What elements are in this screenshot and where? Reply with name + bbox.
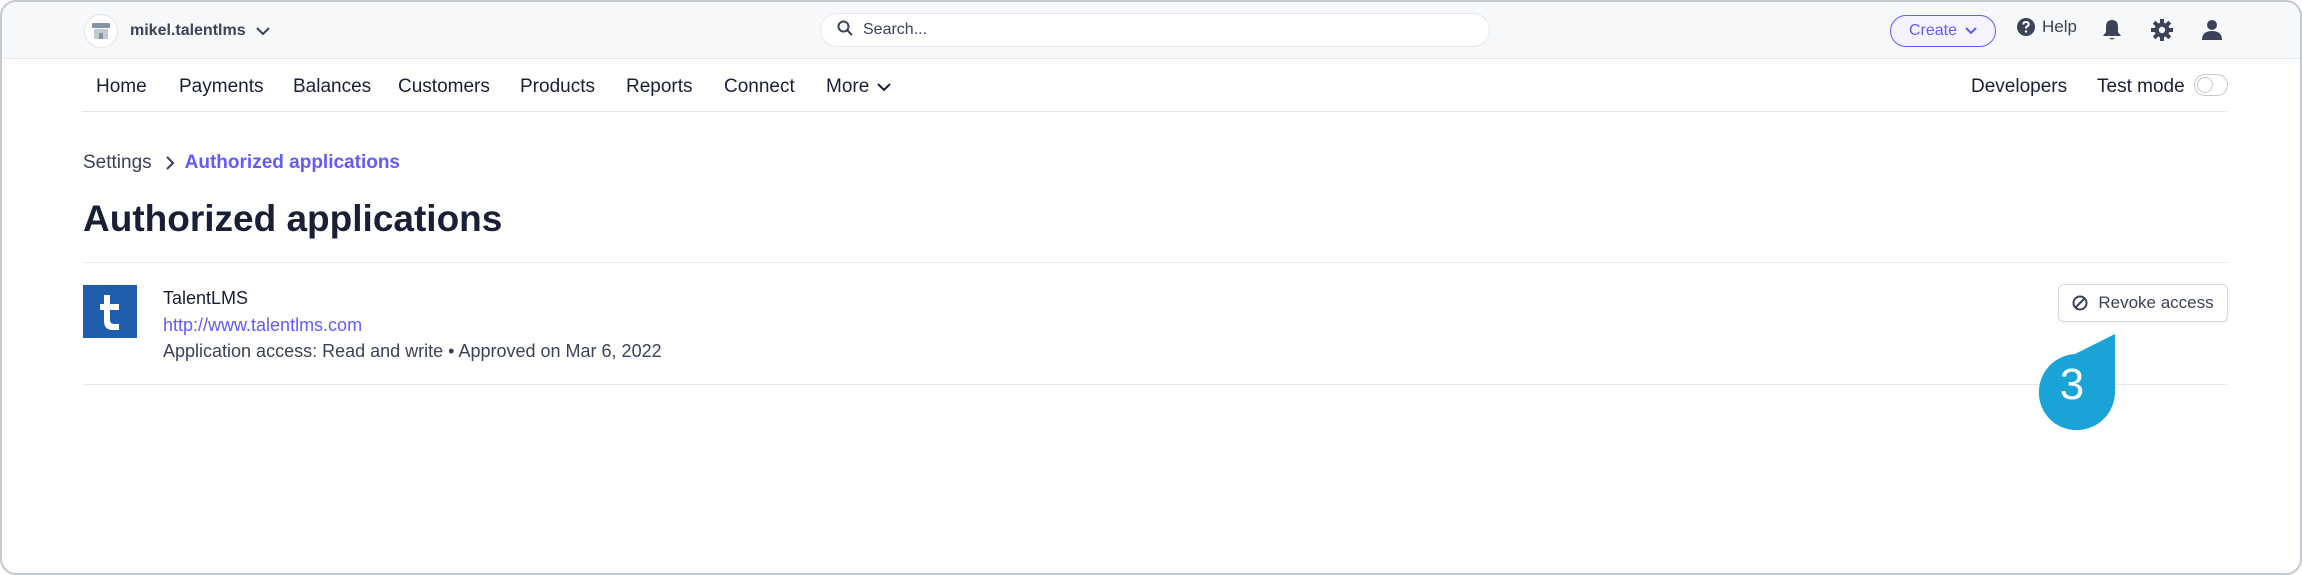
- nav-item-payments[interactable]: Payments: [179, 76, 263, 98]
- notifications-bell-icon[interactable]: [2098, 16, 2126, 44]
- gear-icon[interactable]: [2148, 16, 2176, 44]
- search-icon: [837, 20, 853, 41]
- step-number: 3: [2059, 360, 2085, 409]
- store-icon: [84, 14, 118, 48]
- app-name: TalentLMS: [163, 288, 249, 308]
- talentlms-logo: [83, 285, 137, 338]
- app-window: mikel.talentlms Create Help: [0, 0, 2302, 575]
- nav-item-products[interactable]: Products: [520, 76, 595, 98]
- app-url-link[interactable]: http://www.talentlms.com: [163, 315, 362, 336]
- nav-more-label: More: [826, 76, 870, 97]
- breadcrumb: Settings Authorized applications: [83, 152, 400, 174]
- nav-item-home[interactable]: Home: [96, 76, 147, 98]
- search-bar[interactable]: [820, 13, 1490, 47]
- app-access-info: Application access: Read and write • App…: [163, 341, 662, 361]
- page-title: Authorized applications: [83, 198, 503, 239]
- nav-item-more[interactable]: More: [826, 76, 892, 98]
- breadcrumb-current[interactable]: Authorized applications: [185, 152, 400, 174]
- help-button[interactable]: Help: [2016, 17, 2077, 37]
- account-switcher[interactable]: mikel.talentlms: [84, 14, 270, 48]
- nav-item-balances[interactable]: Balances: [293, 76, 371, 98]
- nav-item-customers[interactable]: Customers: [398, 76, 490, 98]
- divider: [83, 262, 2228, 263]
- toggle-knob: [2197, 77, 2213, 93]
- chevron-down-icon: [1965, 27, 1977, 35]
- chevron-right-icon: [165, 156, 175, 170]
- create-label: Create: [1908, 22, 1958, 39]
- revoke-access-button[interactable]: Revoke access: [2058, 284, 2228, 322]
- chevron-down-icon: [877, 82, 892, 91]
- create-button[interactable]: Create: [1890, 15, 1996, 47]
- nav-item-connect[interactable]: Connect: [724, 76, 795, 98]
- revoke-access-label: Revoke access: [2098, 293, 2214, 312]
- user-profile-icon[interactable]: [2198, 16, 2226, 44]
- nav-item-developers[interactable]: Developers: [1971, 76, 2067, 98]
- prohibited-icon: [2072, 295, 2088, 311]
- test-mode-toggle[interactable]: [2194, 74, 2228, 96]
- account-name: mikel.talentlms: [130, 22, 246, 39]
- breadcrumb-settings[interactable]: Settings: [83, 152, 152, 174]
- top-bar: mikel.talentlms Create Help: [2, 2, 2300, 59]
- help-label: Help: [2042, 17, 2077, 36]
- search-input[interactable]: [863, 21, 1423, 39]
- test-mode-label: Test mode: [2097, 76, 2185, 97]
- help-icon: [2017, 18, 2035, 36]
- divider: [83, 384, 2228, 385]
- main-nav: Home Payments Balances Customers Product…: [82, 60, 2228, 112]
- chevron-down-icon: [255, 26, 270, 36]
- nav-item-reports[interactable]: Reports: [626, 76, 693, 98]
